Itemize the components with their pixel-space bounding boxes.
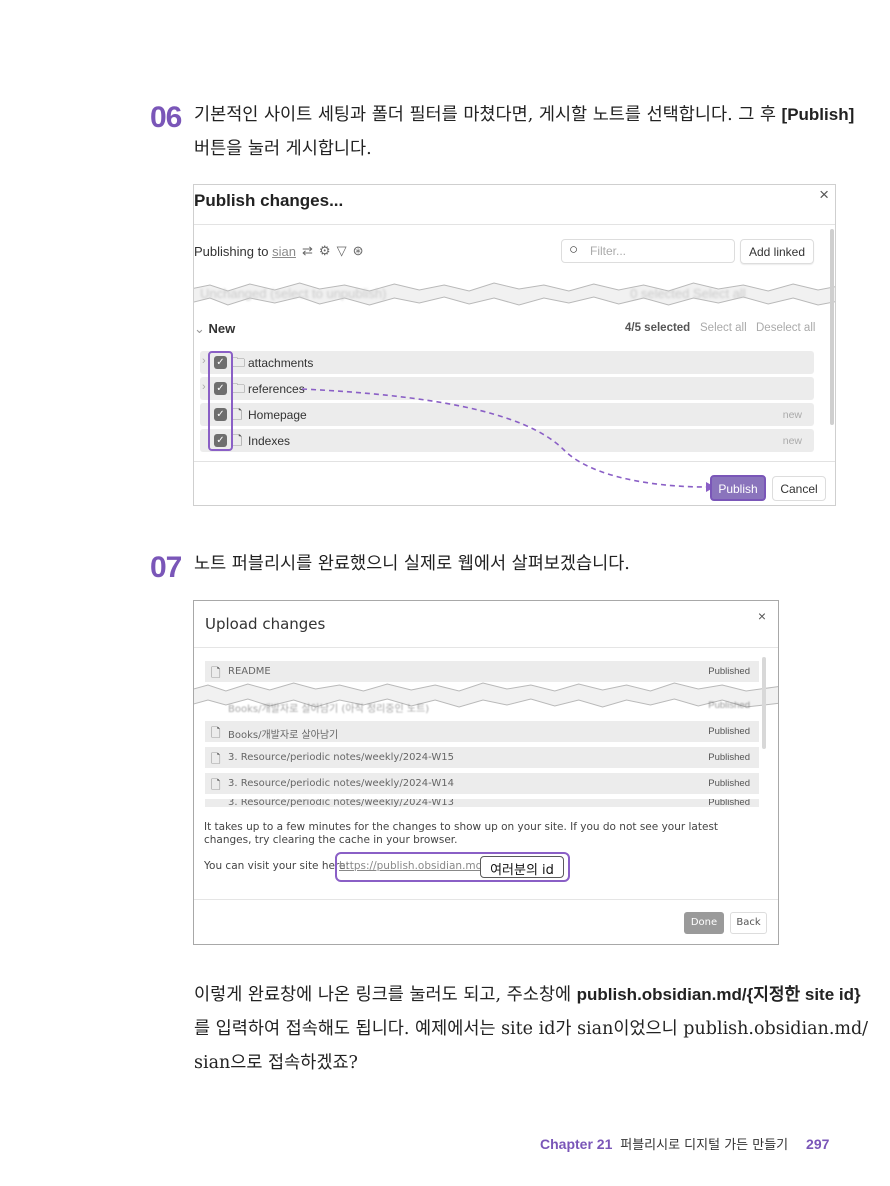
status-badge: Published <box>708 700 750 711</box>
visit-label: You can visit your site here: <box>204 860 350 872</box>
id-callout: 여러분의 id <box>480 856 564 878</box>
step-number-07: 07 <box>150 551 182 584</box>
upload-changes-dialog: × Upload changes 🗋 README Published Book… <box>193 600 779 945</box>
item-label: README <box>228 666 271 677</box>
step-number-06: 06 <box>150 101 182 134</box>
item-label: 3. Resource/periodic notes/weekly/2024-W… <box>228 752 454 763</box>
para-line2: 를 입력하여 접속해도 됩니다. 예제에서는 site id가 sian이었으니… <box>194 1019 869 1039</box>
item-label: 3. Resource/periodic notes/weekly/2024-W… <box>228 799 454 807</box>
status-badge: Published <box>708 752 750 763</box>
done-button[interactable]: Done <box>684 912 724 934</box>
status-badge: Published <box>708 799 750 807</box>
page-footer: Chapter 21 퍼블리시로 디지털 가든 만들기 297 <box>540 1134 829 1153</box>
publish-button[interactable]: Publish <box>710 475 766 501</box>
divider <box>194 899 778 900</box>
step6-line1: 기본적인 사이트 세팅과 폴더 필터를 마쳤다면, 게시할 노트를 선택합니다.… <box>194 105 776 125</box>
step6-text: 기본적인 사이트 세팅과 폴더 필터를 마쳤다면, 게시할 노트를 선택합니다.… <box>194 98 854 166</box>
item-label: Books/개발자로 살아남기 (아직 정리중인 노트) <box>228 704 430 715</box>
list-item: 3. Resource/periodic notes/weekly/2024-W… <box>205 799 759 807</box>
cancel-button[interactable]: Cancel <box>772 476 826 501</box>
dialog-title: Upload changes <box>205 615 326 633</box>
list-item: 🗋 3. Resource/periodic notes/weekly/2024… <box>205 773 759 794</box>
status-badge: Published <box>708 778 750 789</box>
file-icon: 🗋 <box>211 726 221 740</box>
status-badge: Published <box>708 666 750 677</box>
divider <box>194 647 778 648</box>
page-number: 297 <box>806 1136 830 1152</box>
list-item: Books/개발자로 살아남기 (아직 정리중인 노트) Published <box>205 695 759 716</box>
dashed-arrow <box>301 388 715 492</box>
closing-paragraph: 이렇게 완료창에 나온 링크를 눌러도 되고, 주소창에 publish.obs… <box>194 978 868 1080</box>
info-message: It takes up to a few minutes for the cha… <box>204 821 719 846</box>
item-label: Books/개발자로 살아남기 <box>228 730 339 741</box>
status-badge: Published <box>708 726 750 737</box>
file-icon: 🗋 <box>211 778 221 792</box>
step6-publish-bold: [Publish] <box>781 105 855 124</box>
back-button[interactable]: Back <box>730 912 767 934</box>
step7-text: 노트 퍼블리시를 완료했으니 실제로 웹에서 살펴보겠습니다. <box>194 554 630 574</box>
para-line1: 이렇게 완료창에 나온 링크를 눌러도 되고, 주소창에 <box>194 985 572 1005</box>
para-line3: sian으로 접속하겠죠? <box>194 1053 358 1073</box>
publish-changes-dialog: × Publish changes... Publishing to sian … <box>193 184 836 506</box>
file-icon: 🗋 <box>211 752 221 766</box>
chapter-label: Chapter 21 <box>540 1136 613 1152</box>
chapter-title: 퍼블리시로 디지털 가든 만들기 <box>620 1138 789 1153</box>
scrollbar[interactable] <box>762 657 766 749</box>
list-item: 🗋 3. Resource/periodic notes/weekly/2024… <box>205 747 759 768</box>
close-icon[interactable]: × <box>758 608 766 624</box>
list-item: 🗋 Books/개발자로 살아남기 Published <box>205 721 759 742</box>
item-label: 3. Resource/periodic notes/weekly/2024-W… <box>228 778 454 789</box>
para-url-bold: publish.obsidian.md/{지정한 site id} <box>576 985 861 1004</box>
step6-line2: 버튼을 눌러 게시합니다. <box>194 139 372 159</box>
